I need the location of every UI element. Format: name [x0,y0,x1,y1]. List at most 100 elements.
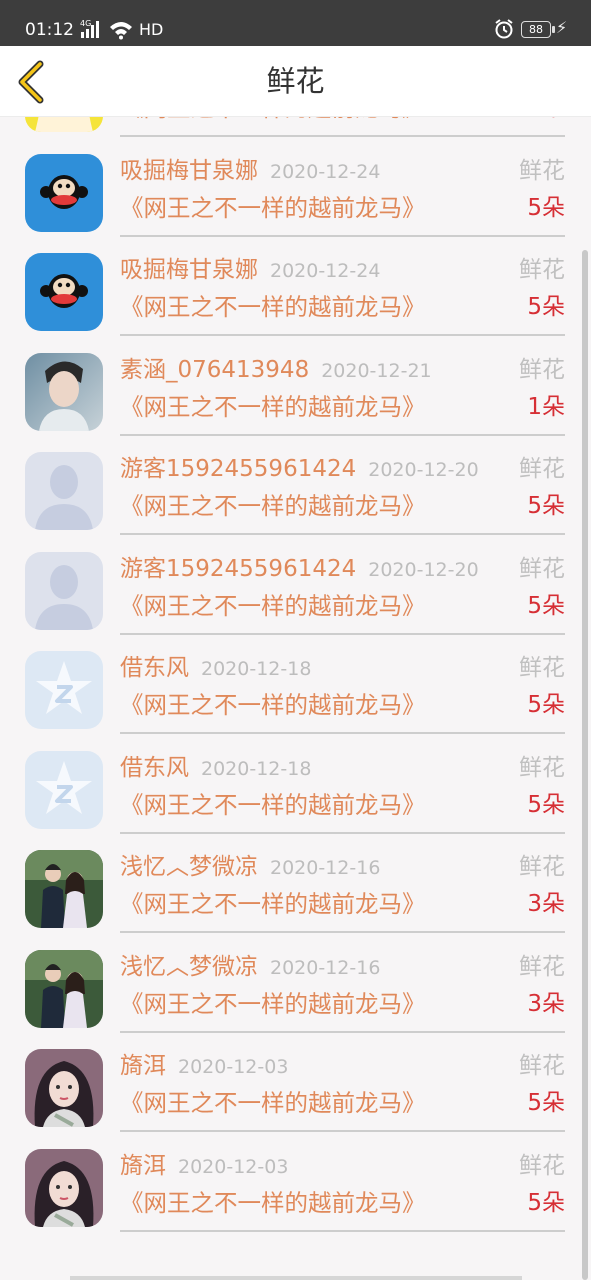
date-text: 2020-12-24 [270,260,381,282]
avatar-qq-star[interactable] [25,651,103,729]
avatar-couple-photo[interactable] [25,949,103,1028]
flower-count: 5朵 [527,692,565,718]
avatar-default-user[interactable] [25,551,103,630]
avatar-default-user[interactable] [25,452,103,530]
user-name-text: 吸掘梅甘泉娜 [120,257,258,283]
gift-type: 鲜花 [519,1149,565,1182]
network-label: 4G [80,19,91,28]
user-name: 素涵_076413948 2020-12-21 [120,354,432,387]
flower-count: 5朵 [527,1189,565,1216]
book-title[interactable]: 《网王之不一样的越前龙马》 [120,987,426,1021]
gift-type: 鲜花 [519,652,565,684]
flower-count: 5朵 [527,194,565,221]
alarm-icon [494,18,514,45]
book-title[interactable]: 《网王之不一样的越前龙马》 [120,788,426,822]
avatar-boy-photo[interactable] [25,352,103,431]
book-title[interactable]: 《网王之不一样的越前龙马》 [120,117,426,125]
gift-type: 鲜花 [519,453,565,485]
avatar-girl-photo[interactable] [25,1049,103,1127]
flower-count: 5朵 [527,592,565,619]
gift-type: 鲜花 [519,154,565,187]
flower-count: 5朵 [527,294,565,320]
book-title[interactable]: 《网王之不一样的越前龙马》 [120,489,426,523]
user-name-text: 素涵_076413948 [120,356,310,383]
user-name: 游客1592455961424 2020-12-20 [120,553,479,586]
date-text: 2020-12-20 [368,558,479,581]
gift-type: 鲜花 [519,254,565,286]
avatar-qq-star[interactable] [25,750,103,829]
date-text: 2020-12-03 [178,1056,289,1078]
charging-icon: ⚡ [556,18,568,37]
book-title[interactable]: 《网王之不一样的越前龙马》 [120,1186,426,1220]
avatar-monkey[interactable] [25,253,103,331]
list-item[interactable]: 浅忆︿梦微凉 2020-12-16 鲜花《网王之不一样的越前龙马》 3朵 [0,933,591,1033]
battery-icon: 88 [521,21,555,38]
bottom-edge [70,1276,522,1280]
list-item[interactable]: 旖洱 2020-12-03 鲜花《网王之不一样的越前龙马》 5朵 [0,1032,591,1132]
flower-count: 5朵 [527,791,565,818]
book-title[interactable]: 《网王之不一样的越前龙马》 [120,191,426,225]
user-name-text: 游客1592455961424 [120,555,357,582]
signal-icon: 4G [80,18,136,45]
list-item[interactable]: 借东风 2020-12-18 鲜花《网王之不一样的越前龙马》 5朵 [0,634,591,734]
gift-type: 鲜花 [519,950,565,983]
list-item[interactable]: 吸掘梅甘泉娜 2020-12-24 鲜花《网王之不一样的越前龙马》 5朵 [0,236,591,336]
flower-count: 3朵 [527,990,565,1017]
list-item[interactable]: 游客1592455961424 2020-12-20 鲜花《网王之不一样的越前龙马》… [0,435,591,535]
book-title[interactable]: 《网王之不一样的越前龙马》 [120,589,426,623]
status-time: 01:12 [25,20,74,40]
user-name: 旖洱 2020-12-03 [120,1050,288,1083]
avatar-girl-photo[interactable] [25,1148,103,1227]
user-name: 吸掘梅甘泉娜 2020-12-24 [120,155,380,188]
user-name: 浅忆︿梦微凉 2020-12-16 [120,851,380,884]
date-text: 2020-12-03 [178,1155,289,1178]
divider [120,1229,565,1232]
gift-type: 鲜花 [519,1050,565,1082]
date-text: 2020-12-16 [270,857,381,879]
hd-label: HD [139,20,164,39]
book-title[interactable]: 《网王之不一样的越前龙马》 [120,887,426,921]
date-text: 2020-12-16 [270,956,381,979]
flower-count: 1朵 [527,393,565,420]
flower-count: 4朵 [527,117,565,125]
user-name-text: 浅忆︿梦微凉 [120,854,258,880]
user-name-text: 吸掘梅甘泉娜 [120,157,258,184]
avatar-monkey[interactable] [25,153,103,232]
list-item[interactable]: 吸掘梅甘泉娜 2020-12-24 鲜花《网王之不一样的越前龙马》 5朵 [0,137,591,237]
list-item[interactable]: 浅忆︿梦微凉 2020-12-16 鲜花 《网王之不一样的越前龙马》 3朵 [0,833,591,933]
user-name-text: 旖洱 [120,1053,166,1079]
book-title[interactable]: 《网王之不一样的越前龙马》 [120,290,426,324]
page-title: 鲜花 [266,64,325,98]
book-title[interactable]: 《网王之不一样的越前龙马》 [120,1086,426,1120]
book-title[interactable]: 《网王之不一样的越前龙马》 [120,688,426,722]
date-text: 2020-12-20 [368,459,479,481]
user-name: 吸掘梅甘泉娜 2020-12-24 [120,254,380,287]
flower-count: 5朵 [527,493,565,519]
date-text: 2020-12-24 [270,160,381,183]
avatar-anime-girl[interactable] [25,117,103,132]
user-name: 浅忆︿梦微凉 2020-12-16 [120,951,380,984]
user-name-text: 浅忆︿梦微凉 [120,953,258,980]
user-name: 旖洱 2020-12-03 [120,1150,288,1183]
user-name: 借东风 2020-12-18 [120,652,311,685]
list-item[interactable]: 枕微战雪览涛01-07鲜花《网王之不一样的越前龙马》4朵 [0,117,591,137]
date-text: 2020-12-21 [321,359,432,382]
user-name-text: 游客1592455961424 [120,456,357,482]
list-item[interactable]: 游客1592455961424 2020-12-20 鲜花 《网王之不一样的越前龙马》… [0,535,591,635]
date-text: 2020-12-18 [201,757,312,780]
list-item[interactable]: 借东风 2020-12-18 鲜花 《网王之不一样的越前龙马》 5朵 [0,734,591,834]
avatar-couple-photo[interactable] [25,850,103,928]
date-text: 2020-12-18 [201,658,312,680]
user-name: 游客1592455961424 2020-12-20 [120,453,479,486]
flower-count: 3朵 [527,891,565,917]
scrollbar[interactable] [582,250,588,1280]
list-item[interactable]: 旖洱 2020-12-03 鲜花《网王之不一样的越前龙马》 5朵 [0,1132,591,1232]
flower-list[interactable]: 枕微战雪览涛01-07鲜花《网王之不一样的越前龙马》4朵吸掘梅甘泉娜2020-1… [0,117,591,1280]
book-title[interactable]: 《网王之不一样的越前龙马》 [120,390,426,424]
header-bar: 鲜花 [0,46,591,117]
user-name-text: 借东风 [120,655,189,681]
gift-type: 鲜花 [519,353,565,386]
status-bar: 01:12 4G HD 88 ⚡ [0,0,591,46]
list-item[interactable]: 素涵_076413948 2020-12-21 鲜花《网王之不一样的越前龙马》 1朵 [0,336,591,436]
flower-count: 5朵 [527,1090,565,1116]
